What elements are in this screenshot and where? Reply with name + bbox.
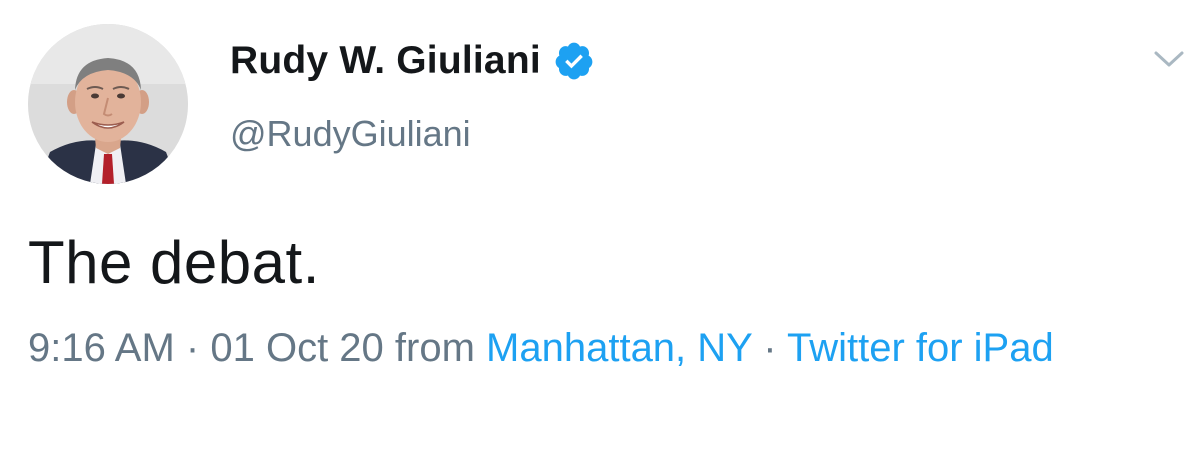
author-header: Rudy W. Giuliani [230, 36, 595, 86]
verified-badge-icon [553, 40, 595, 82]
avatar-image [28, 24, 188, 184]
source-link[interactable]: Twitter for iPad [787, 326, 1054, 370]
avatar[interactable] [28, 24, 188, 184]
tweet-date[interactable]: 01 Oct 20 [210, 326, 383, 370]
tweet-time[interactable]: 9:16 AM [28, 326, 175, 370]
from-label: from [394, 326, 475, 370]
user-handle[interactable]: @RudyGiuliani [230, 113, 471, 155]
display-name[interactable]: Rudy W. Giuliani [230, 39, 541, 83]
meta-separator: · [763, 326, 777, 370]
tweet-text: The debat. [28, 229, 320, 296]
meta-separator: · [185, 326, 200, 370]
location-link[interactable]: Manhattan, NY [486, 326, 752, 370]
tweet-card: Rudy W. Giuliani @RudyGiuliani The debat… [0, 0, 1200, 459]
tweet-meta: 9:16 AM · 01 Oct 20 from Manhattan, NY ·… [28, 320, 1178, 376]
chevron-down-icon[interactable] [1152, 46, 1186, 72]
